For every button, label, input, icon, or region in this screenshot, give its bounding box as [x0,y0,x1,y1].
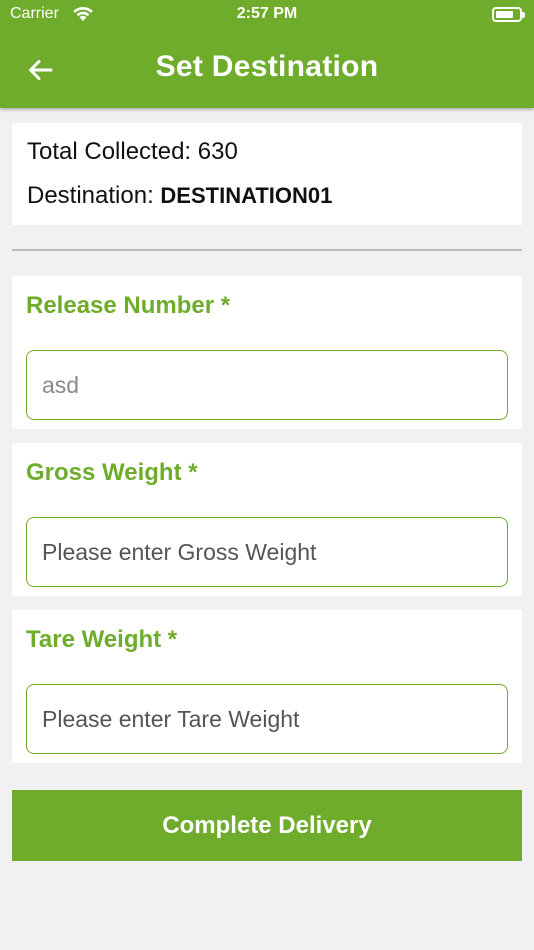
gross-weight-input[interactable] [26,517,508,587]
complete-delivery-button[interactable]: Complete Delivery [12,790,522,861]
tare-weight-label: Tare Weight * [26,626,178,653]
destination-value: DESTINATION01 [160,183,333,208]
page-title: Set Destination [155,50,379,83]
gross-weight-label: Gross Weight * [26,459,198,486]
status-bar: Carrier 2:57 PM [0,0,534,30]
release-number-card: Release Number * [12,276,522,429]
tare-weight-input[interactable] [26,684,508,754]
gross-weight-card: Gross Weight * [12,443,522,596]
battery-level [496,11,513,18]
section-divider [12,249,522,251]
destination-label: Destination: [27,182,161,209]
delivery-summary-card: Total Collected: 630 Destination: DESTIN… [12,123,522,225]
release-number-input[interactable] [26,350,508,420]
navigation-bar: Set Destination [0,30,534,108]
total-collected-row: Total Collected: 630 [27,137,507,181]
total-collected-value: 630 [197,138,238,165]
release-number-label: Release Number * [26,292,231,319]
app-header: Carrier 2:57 PM Set Destination [0,0,534,108]
total-collected-label: Total Collected: [27,138,198,165]
battery-icon [492,7,525,22]
destination-row: Destination: DESTINATION01 [27,181,507,225]
status-time: 2:57 PM [236,5,298,22]
tare-weight-card: Tare Weight * [12,610,522,763]
